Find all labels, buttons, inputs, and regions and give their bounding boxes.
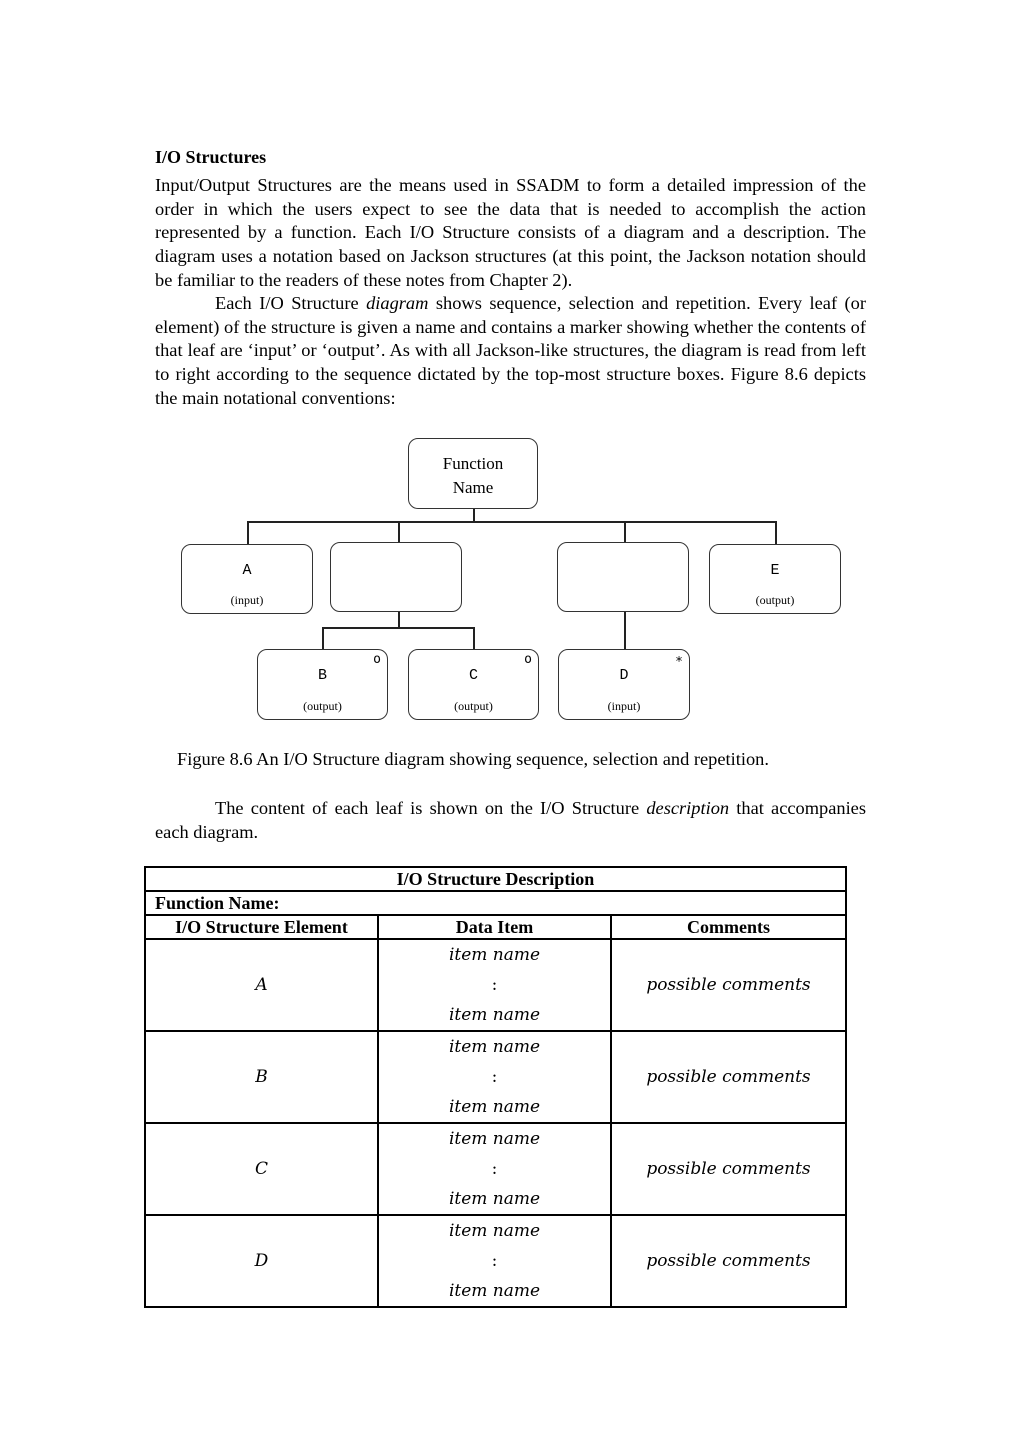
- table-row: D item name : item name possible comment…: [144, 1214, 847, 1308]
- io-structure-description-table: I/O Structure Description Function Name:…: [144, 866, 847, 1308]
- diagram-node-d: ∗ D (input): [558, 649, 690, 720]
- column-header-data-item: Data Item: [377, 914, 612, 940]
- paragraph-description-emphasis: description: [646, 798, 730, 818]
- element-cell: C: [144, 1122, 379, 1216]
- section-heading: I/O Structures: [155, 147, 267, 167]
- node-role: (output): [454, 699, 493, 713]
- diagram-node-selection: [330, 542, 462, 612]
- diagram-node-a: A (input): [181, 544, 313, 614]
- connector: [398, 521, 400, 542]
- comment-cell: possible comments: [610, 1214, 847, 1308]
- data-item-cell: item name : item name: [377, 1030, 612, 1124]
- table-row: C item name : item name possible comment…: [144, 1122, 847, 1216]
- data-item-first: item name: [448, 1037, 541, 1057]
- paragraph-diagram: Each I/O Structure diagram shows sequenc…: [155, 292, 866, 411]
- data-item-first: item name: [448, 945, 541, 965]
- column-header-comments: Comments: [610, 914, 847, 940]
- node-role: (output): [303, 699, 342, 713]
- connector: [247, 521, 776, 523]
- paragraph-description: The content of each leaf is shown on the…: [155, 797, 866, 844]
- element-cell: A: [144, 938, 379, 1032]
- connector: [775, 521, 777, 544]
- data-item-cell: item name : item name: [377, 1122, 612, 1216]
- paragraph-diagram-before: Each I/O Structure: [215, 293, 367, 313]
- connector: [322, 627, 474, 629]
- data-item-separator: :: [491, 1067, 498, 1087]
- table-row: A item name : item name possible comment…: [144, 938, 847, 1032]
- data-item-last: item name: [448, 1097, 541, 1117]
- connector: [624, 612, 626, 649]
- connector: [624, 521, 626, 542]
- selection-marker-icon: o: [524, 652, 532, 667]
- connector: [473, 509, 475, 521]
- root-label-line2: Name: [452, 477, 494, 497]
- data-item-first: item name: [448, 1129, 541, 1149]
- node-name: A: [242, 562, 252, 579]
- diagram-node-c: o C (output): [408, 649, 539, 720]
- comment-cell: possible comments: [610, 1122, 847, 1216]
- element-cell: D: [144, 1214, 379, 1308]
- paragraph-description-before: The content of each leaf is shown on the…: [215, 798, 647, 818]
- selection-marker-icon: o: [373, 652, 381, 667]
- diagram-root-node: Function Name: [408, 438, 538, 509]
- table-title: I/O Structure Description: [144, 866, 847, 892]
- node-role: (input): [230, 593, 264, 607]
- paragraph-diagram-emphasis: diagram: [366, 293, 429, 313]
- node-name: C: [468, 667, 478, 684]
- data-item-cell: item name : item name: [377, 938, 612, 1032]
- paragraph-intro: Input/Output Structures are the means us…: [155, 175, 866, 290]
- column-header-element: I/O Structure Element: [144, 914, 379, 940]
- comment-cell: possible comments: [610, 1030, 847, 1124]
- data-item-separator: :: [491, 1159, 498, 1179]
- node-name: B: [317, 667, 327, 684]
- diagram-node-e: E (output): [709, 544, 841, 614]
- node-name: D: [619, 667, 629, 684]
- data-item-cell: item name : item name: [377, 1214, 612, 1308]
- table-row: B item name : item name possible comment…: [144, 1030, 847, 1124]
- node-role: (output): [755, 593, 795, 607]
- diagram-node-b: o B (output): [257, 649, 388, 720]
- connector: [247, 521, 249, 544]
- data-item-first: item name: [448, 1221, 541, 1241]
- data-item-last: item name: [448, 1005, 541, 1025]
- data-item-separator: :: [491, 1251, 498, 1271]
- function-name-label: Function Name:: [144, 890, 847, 916]
- node-role: (input): [607, 699, 641, 713]
- data-item-last: item name: [448, 1281, 541, 1301]
- figure-caption: Figure 8.6 An I/O Structure diagram show…: [177, 749, 769, 769]
- diagram-node-iteration: [557, 542, 689, 612]
- connector: [473, 627, 475, 649]
- element-cell: B: [144, 1030, 379, 1124]
- data-item-last: item name: [448, 1189, 541, 1209]
- connector: [322, 627, 324, 649]
- iteration-marker-icon: ∗: [675, 652, 683, 667]
- root-label-line1: Function: [442, 454, 504, 473]
- data-item-separator: :: [491, 975, 498, 995]
- node-name: E: [770, 562, 780, 579]
- comment-cell: possible comments: [610, 938, 847, 1032]
- connector: [398, 612, 400, 627]
